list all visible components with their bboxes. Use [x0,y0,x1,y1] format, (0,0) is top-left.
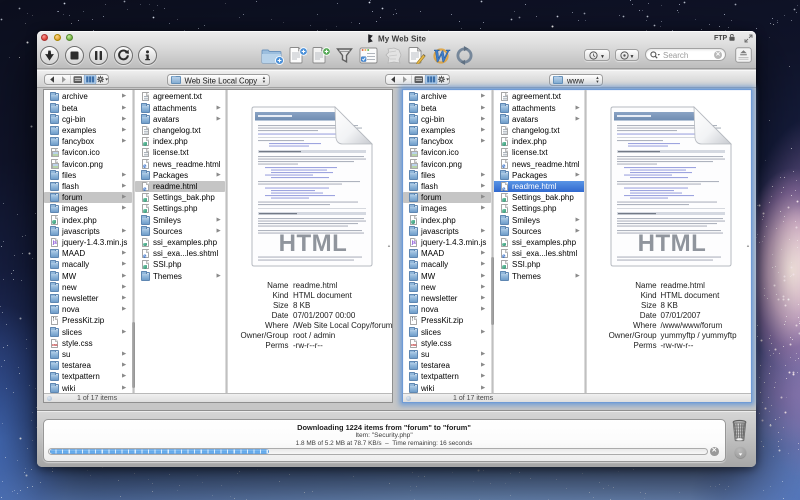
svg-text:HTML: HTML [278,230,347,257]
svg-text:W: W [433,47,451,65]
svg-text:HTML: HTML [637,230,706,257]
